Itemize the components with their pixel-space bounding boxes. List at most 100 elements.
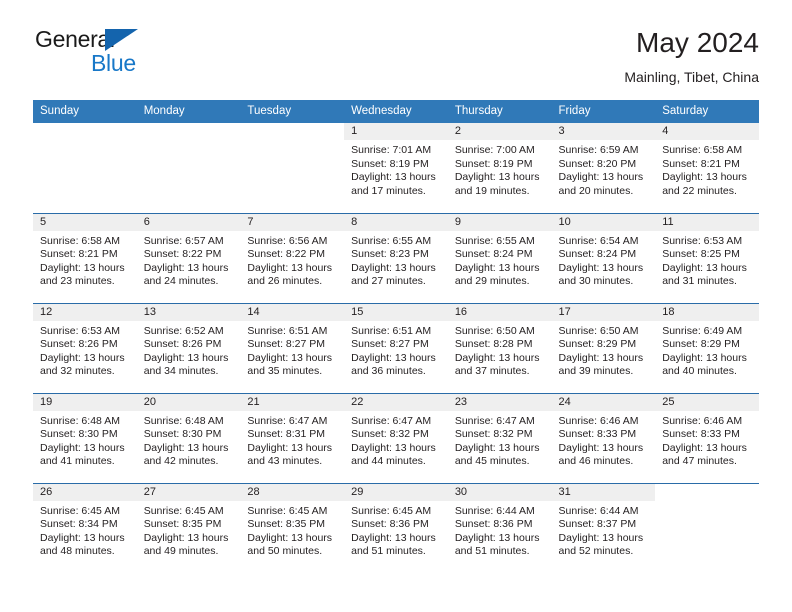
calendar-day-cell[interactable]: 27 Sunrise: 6:45 AM Sunset: 8:35 PM Dayligh… [136, 482, 241, 573]
calendar-day-cell[interactable]: 30 Sunrise: 6:44 AM Sunset: 8:36 PM Dayligh… [447, 482, 552, 573]
daylight-duration-line2: and 51 minutes. [351, 545, 426, 557]
calendar-day-cell[interactable]: 19 Sunrise: 6:48 AM Sunset: 8:30 PM Dayligh… [33, 392, 137, 483]
sunset-time: Sunset: 8:27 PM [351, 338, 429, 350]
calendar-day-cell[interactable]: 11 Sunrise: 6:53 AM Sunset: 8:25 PM Dayligh… [655, 212, 759, 303]
daylight-duration-line1: Daylight: 13 hours [351, 441, 436, 454]
sunset-time: Sunset: 8:23 PM [351, 248, 429, 260]
sunrise-time: Sunrise: 6:45 AM [351, 504, 432, 517]
sunset-time: Sunset: 8:34 PM [40, 518, 118, 530]
daylight-duration-line1: Daylight: 13 hours [662, 351, 747, 364]
daylight-duration-line1: Daylight: 13 hours [143, 261, 229, 274]
calendar-day-cell[interactable]: 28 Sunrise: 6:45 AM Sunset: 8:35 PM Dayligh… [240, 482, 345, 573]
calendar-day-cell[interactable]: 18 Sunrise: 6:49 AM Sunset: 8:29 PM Dayligh… [655, 302, 759, 393]
day-details: Sunrise: 6:49 AM Sunset: 8:29 PM Daylight:… [655, 321, 759, 379]
day-number: 13 [136, 303, 241, 321]
sunrise-time: Sunrise: 6:47 AM [454, 414, 535, 427]
calendar-day-cell[interactable]: 16 Sunrise: 6:50 AM Sunset: 8:28 PM Dayligh… [447, 302, 552, 393]
day-number: 21 [240, 393, 345, 411]
calendar-day-cell[interactable]: 5 Sunrise: 6:58 AM Sunset: 8:21 PM Daylight… [33, 212, 137, 303]
calendar-day-cell[interactable]: 1 Sunrise: 7:01 AM Sunset: 8:19 PM Daylight… [344, 123, 448, 213]
calendar-day-cell[interactable]: 6 Sunrise: 6:57 AM Sunset: 8:22 PM Daylight… [136, 212, 241, 303]
sunset-time: Sunset: 8:28 PM [454, 338, 533, 350]
calendar-week-row: 5 Sunrise: 6:58 AM Sunset: 8:21 PM Daylight… [33, 212, 759, 303]
weekday-header-row: Sunday Monday Tuesday Wednesday Thursday Frid… [33, 100, 759, 123]
sunrise-time: Sunrise: 6:44 AM [558, 504, 639, 517]
daylight-duration-line2: and 23 minutes. [40, 275, 115, 287]
calendar-day-cell[interactable]: 20 Sunrise: 6:48 AM Sunset: 8:30 PM Dayligh… [136, 392, 241, 483]
sunset-time: Sunset: 8:19 PM [454, 157, 533, 170]
calendar-day-cell[interactable]: 14 Sunrise: 6:51 AM Sunset: 8:27 PM Dayligh… [240, 302, 345, 393]
calendar-day-cell[interactable]: 23 Sunrise: 6:47 AM Sunset: 8:32 PM Dayligh… [447, 392, 552, 483]
day-details: Sunrise: 6:45 AM Sunset: 8:35 PM Daylight:… [137, 501, 241, 559]
calendar-day-cell[interactable]: 10 Sunrise: 6:54 AM Sunset: 8:24 PM Dayligh… [551, 212, 656, 303]
daylight-duration-line2: and 41 minutes. [40, 455, 115, 467]
calendar-grid: Sunday Monday Tuesday Wednesday Thursday Frid… [33, 100, 759, 573]
day-details: Sunrise: 6:50 AM Sunset: 8:29 PM Daylight:… [552, 321, 656, 379]
day-number: 28 [240, 483, 345, 501]
day-details: Sunrise: 6:51 AM Sunset: 8:27 PM Daylight:… [240, 321, 344, 379]
daylight-duration-line1: Daylight: 13 hours [454, 531, 540, 544]
page-subtitle-location: Mainling, Tibet, China [624, 69, 759, 85]
day-number: 24 [551, 393, 656, 411]
calendar-day-cell[interactable]: 3 Sunrise: 6:59 AM Sunset: 8:20 PM Daylight… [551, 123, 656, 213]
daylight-duration-line1: Daylight: 13 hours [351, 531, 436, 544]
logo-triangle-icon [105, 29, 138, 51]
day-number: 23 [447, 393, 552, 411]
sunrise-time: Sunrise: 6:48 AM [143, 414, 224, 427]
calendar-day-cell[interactable]: 13 Sunrise: 6:52 AM Sunset: 8:26 PM Dayligh… [136, 302, 241, 393]
calendar-day-cell[interactable]: 25 Sunrise: 6:46 AM Sunset: 8:33 PM Dayligh… [655, 392, 759, 483]
day-number: 20 [136, 393, 241, 411]
daylight-duration-line1: Daylight: 13 hours [143, 351, 229, 364]
day-details: Sunrise: 6:57 AM Sunset: 8:22 PM Daylight:… [137, 231, 241, 289]
calendar-day-cell[interactable]: 2 Sunrise: 7:00 AM Sunset: 8:19 PM Daylight… [447, 123, 552, 213]
day-details: Sunrise: 6:47 AM Sunset: 8:32 PM Daylight:… [448, 411, 552, 469]
sunrise-time: Sunrise: 6:52 AM [143, 324, 224, 337]
calendar-day-cell[interactable]: 24 Sunrise: 6:46 AM Sunset: 8:33 PM Dayligh… [551, 392, 656, 483]
daylight-duration-line2: and 47 minutes. [662, 455, 737, 467]
calendar-day-cell[interactable]: 12 Sunrise: 6:53 AM Sunset: 8:26 PM Dayligh… [33, 302, 137, 393]
calendar-day-cell[interactable]: 8 Sunrise: 6:55 AM Sunset: 8:23 PM Daylight… [344, 212, 448, 303]
sunrise-time: Sunrise: 6:49 AM [662, 324, 743, 337]
daylight-duration-line1: Daylight: 13 hours [558, 351, 644, 364]
calendar-day-cell[interactable]: 31 Sunrise: 6:44 AM Sunset: 8:37 PM Dayligh… [551, 482, 656, 573]
calendar-day-cell[interactable]: 4 Sunrise: 6:58 AM Sunset: 8:21 PM Daylight… [655, 123, 759, 213]
day-number: 9 [447, 213, 552, 231]
sunset-time: Sunset: 8:33 PM [662, 428, 740, 440]
calendar-day-cell[interactable]: 26 Sunrise: 6:45 AM Sunset: 8:34 PM Dayligh… [33, 482, 137, 573]
calendar-day-cell[interactable]: 15 Sunrise: 6:51 AM Sunset: 8:27 PM Dayligh… [344, 302, 448, 393]
sunset-time: Sunset: 8:35 PM [143, 518, 222, 530]
page-header: General Blue May 2024 Mainling, Tibet, C… [0, 0, 792, 100]
general-blue-logo[interactable]: General Blue [33, 26, 153, 78]
daylight-duration-line1: Daylight: 13 hours [558, 441, 644, 454]
calendar-day-cell[interactable]: 29 Sunrise: 6:45 AM Sunset: 8:36 PM Dayligh… [344, 482, 448, 573]
day-details: Sunrise: 6:55 AM Sunset: 8:24 PM Daylight:… [448, 231, 552, 289]
daylight-duration-line2: and 32 minutes. [40, 365, 115, 377]
sunrise-time: Sunrise: 6:51 AM [351, 324, 432, 337]
day-number [240, 123, 344, 140]
sunset-time: Sunset: 8:19 PM [351, 157, 429, 170]
sunset-time: Sunset: 8:37 PM [558, 518, 637, 530]
sunrise-time: Sunrise: 6:47 AM [351, 414, 432, 427]
daylight-duration-line1: Daylight: 13 hours [40, 531, 125, 544]
sunrise-time: Sunrise: 6:48 AM [40, 414, 120, 427]
day-number: 16 [447, 303, 552, 321]
calendar-week-row: 1 Sunrise: 7:01 AM Sunset: 8:19 PM Daylight… [33, 123, 759, 213]
day-details: Sunrise: 6:44 AM Sunset: 8:37 PM Daylight:… [552, 501, 656, 559]
daylight-duration-line2: and 50 minutes. [247, 545, 323, 557]
daylight-duration-line2: and 45 minutes. [454, 455, 530, 467]
sunset-time: Sunset: 8:22 PM [143, 248, 222, 260]
calendar-day-cell[interactable]: 22 Sunrise: 6:47 AM Sunset: 8:32 PM Dayligh… [344, 392, 448, 483]
day-details: Sunrise: 6:48 AM Sunset: 8:30 PM Daylight:… [137, 411, 241, 469]
calendar-day-cell[interactable]: 9 Sunrise: 6:55 AM Sunset: 8:24 PM Daylight… [447, 212, 552, 303]
sunrise-time: Sunrise: 6:45 AM [143, 504, 224, 517]
daylight-duration-line2: and 24 minutes. [143, 275, 219, 287]
day-number: 5 [33, 213, 137, 231]
daylight-duration-line1: Daylight: 13 hours [662, 441, 747, 454]
calendar-day-cell[interactable]: 17 Sunrise: 6:50 AM Sunset: 8:29 PM Dayligh… [551, 302, 656, 393]
sunrise-time: Sunrise: 7:01 AM [351, 144, 432, 156]
day-number: 12 [33, 303, 137, 321]
calendar-day-cell[interactable]: 21 Sunrise: 6:47 AM Sunset: 8:31 PM Dayligh… [240, 392, 345, 483]
daylight-duration-line2: and 42 minutes. [143, 455, 219, 467]
day-number: 19 [33, 393, 137, 411]
calendar-day-cell[interactable]: 7 Sunrise: 6:56 AM Sunset: 8:22 PM Daylight… [240, 212, 345, 303]
